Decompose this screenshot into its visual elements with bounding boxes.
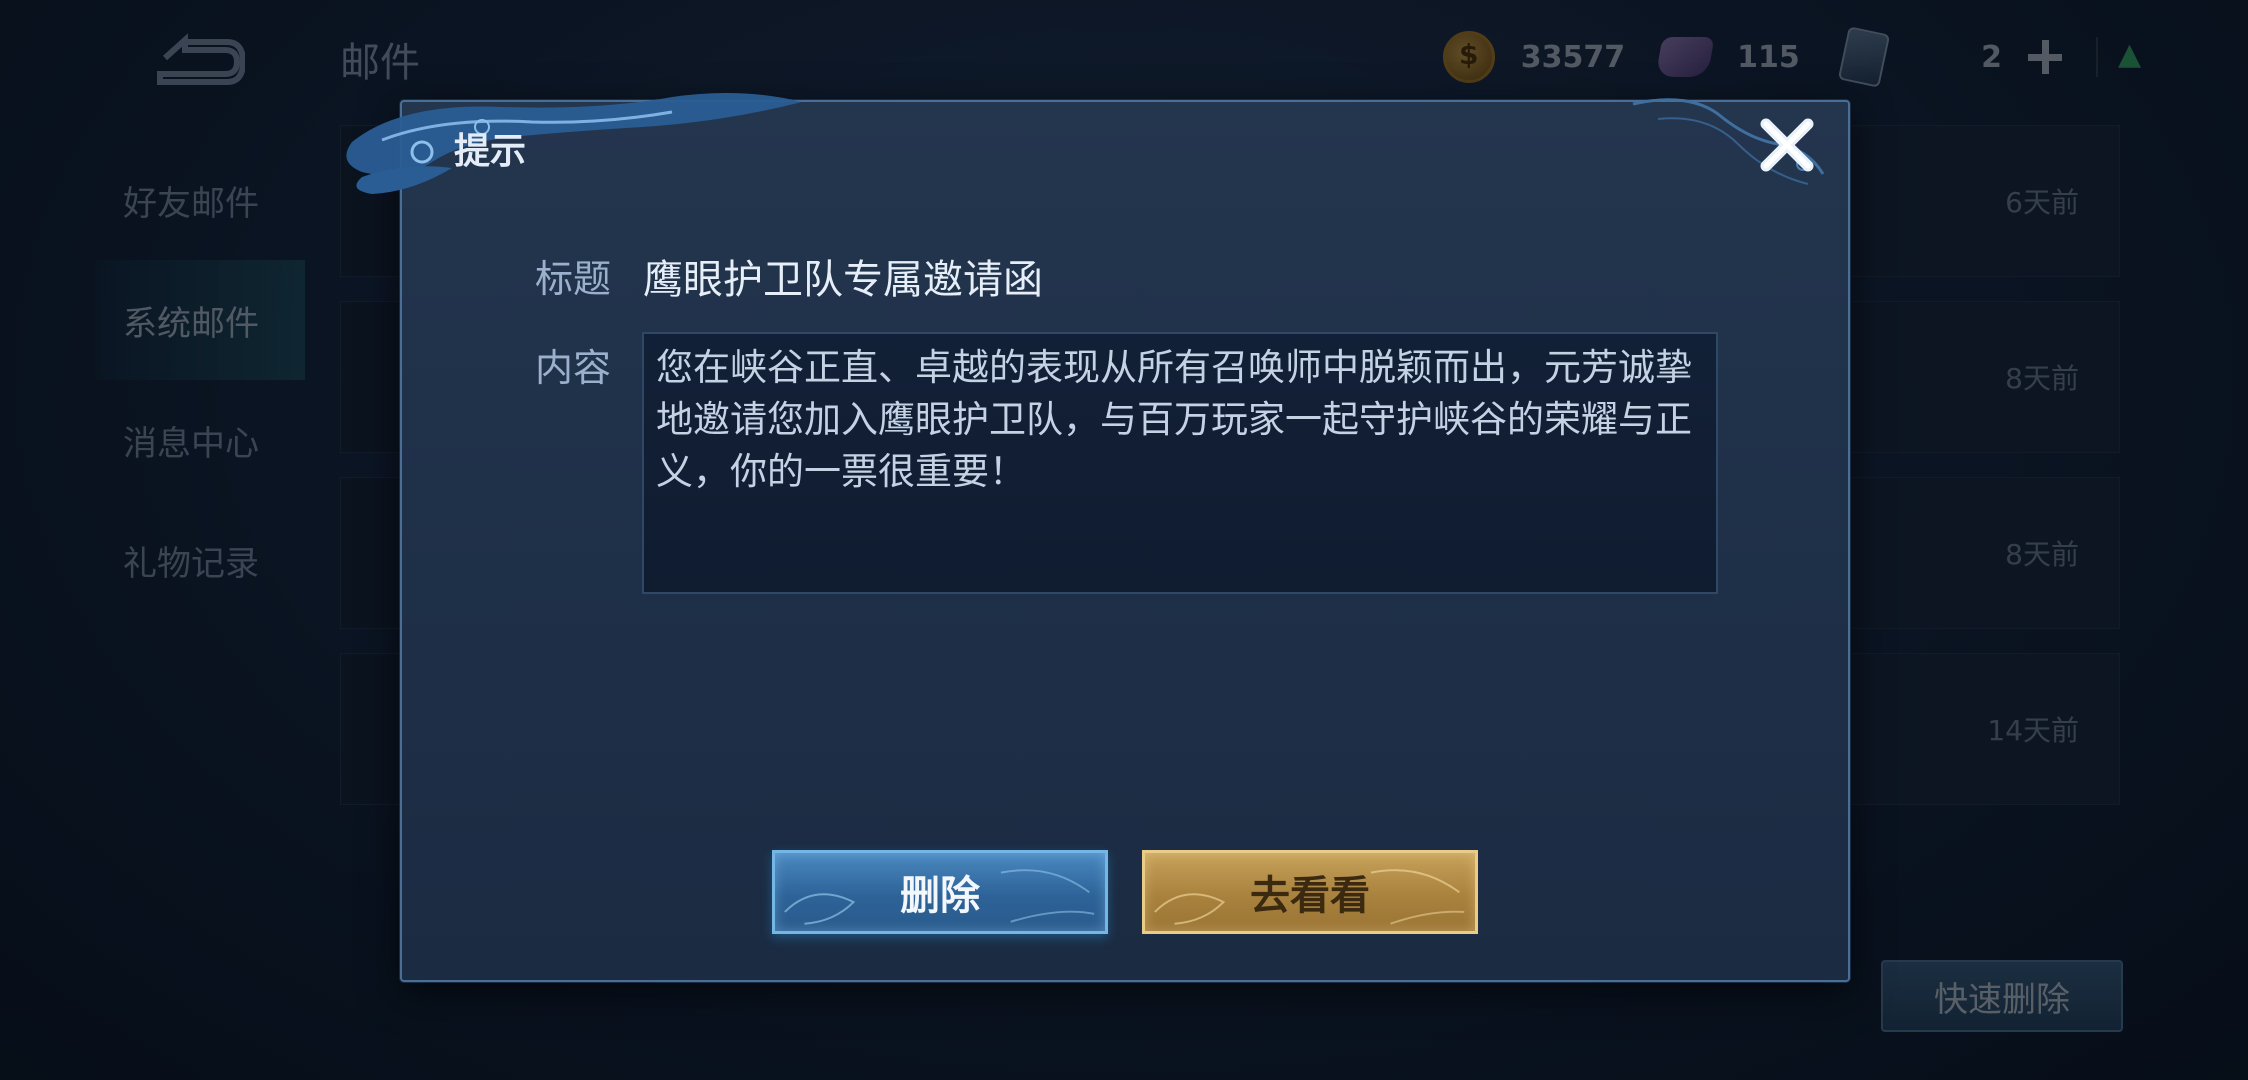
dialog-title: 提示: [454, 131, 527, 172]
view-button[interactable]: 去看看: [1142, 850, 1478, 934]
subject-label: 标题: [535, 257, 612, 301]
cloud-ornament-icon: [346, 93, 802, 194]
content-text-box[interactable]: 您在峡谷正直、卓越的表现从所有召唤师中脱颖而出，元芳诚挚 地邀请您加入鹰眼护卫队…: [642, 332, 1718, 594]
content-line: 义，你的一票很重要！: [656, 450, 1026, 493]
subject-value: 鹰眼护卫队专属邀请函: [643, 257, 1043, 303]
close-icon: [1760, 118, 1814, 172]
delete-button-label: 删除: [900, 873, 980, 919]
content-line: 您在峡谷正直、卓越的表现从所有召唤师中脱颖而出，元芳诚挚: [656, 346, 1692, 389]
content-label: 内容: [535, 346, 612, 390]
content-line: 地邀请您加入鹰眼护卫队，与百万玩家一起守护峡谷的荣耀与正: [656, 398, 1692, 441]
view-button-label: 去看看: [1250, 873, 1370, 919]
close-button[interactable]: [1754, 112, 1820, 178]
notice-dialog: 提示 标题 鹰眼护卫队专属邀请函 内容 您在峡谷正直、卓越的表现从所有召唤师中脱…: [346, 93, 1850, 982]
delete-button[interactable]: 删除: [772, 850, 1108, 934]
